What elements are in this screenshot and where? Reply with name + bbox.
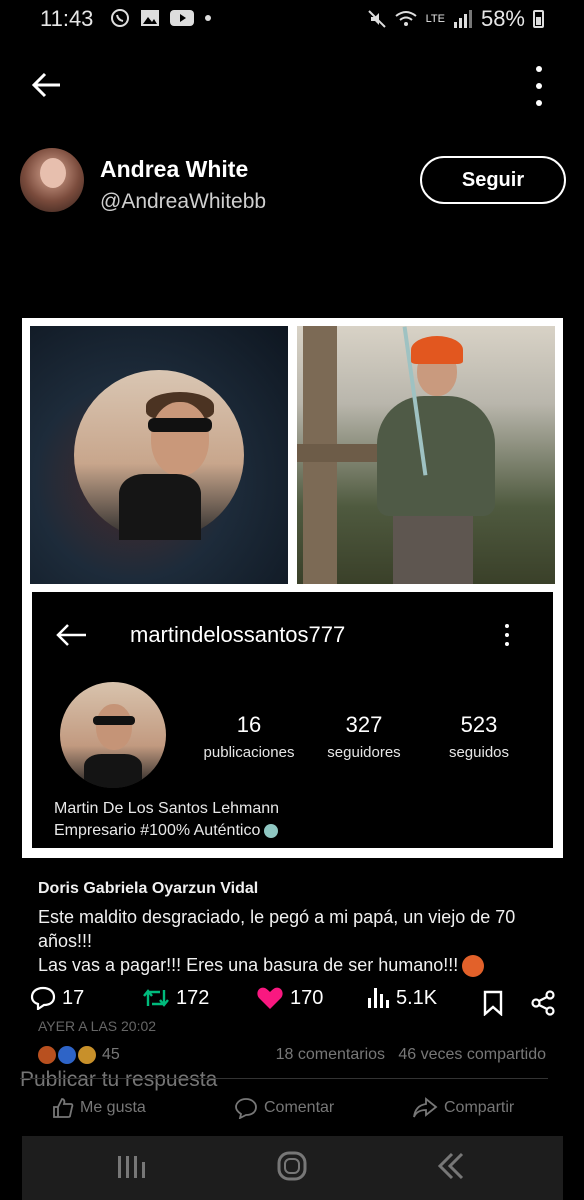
status-right: LTE 58% — [367, 6, 544, 32]
wifi-icon — [394, 11, 417, 26]
battery-percent: 58% — [480, 6, 525, 31]
ig-stat-posts: 16 publicaciones — [203, 712, 295, 761]
home-icon[interactable] — [274, 1148, 310, 1184]
ig-stat-following: 523 seguidos — [448, 712, 510, 761]
views-count: 5.1K — [396, 986, 438, 1009]
app-bar — [0, 60, 584, 110]
angry-emoji-icon — [462, 955, 485, 978]
reply-count: 17 — [62, 986, 85, 1009]
comments-count: 18 comentarios — [275, 1046, 386, 1063]
dot-icon — [205, 15, 211, 21]
like-count: 170 — [290, 986, 324, 1009]
more-options-icon[interactable] — [534, 66, 544, 106]
reply-button[interactable]: 17 — [30, 986, 84, 1010]
like-reaction-icon — [58, 1046, 76, 1064]
signal-icon — [453, 10, 472, 28]
comment-bubble-icon — [235, 1098, 257, 1119]
ig-bio-line: Empresario #100% Auténtico — [54, 822, 279, 840]
bookmark-icon[interactable] — [482, 990, 504, 1016]
like-button[interactable]: 170 — [256, 986, 323, 1010]
badge-icon — [264, 823, 279, 838]
ig-more-icon — [505, 624, 511, 646]
reply-icon — [30, 986, 56, 1010]
ig-username: martindelossantos777 — [130, 622, 346, 647]
follow-button[interactable]: Seguir — [420, 156, 566, 204]
ig-bio-name: Martin De Los Santos Lehmann — [54, 800, 280, 817]
repost-count: 172 — [176, 986, 210, 1009]
notification-icons — [110, 8, 212, 28]
angry-reaction-icon — [38, 1046, 56, 1064]
post-image[interactable]: martindelossantos777 16 publicaciones 32… — [22, 318, 563, 858]
views-button[interactable]: 5.1K — [366, 986, 437, 1010]
comment-text: Este maldito desgraciado, le pegó a mi p… — [38, 905, 548, 978]
divider — [20, 1078, 548, 1079]
battery-icon — [533, 10, 544, 28]
comment-share-counts: 18 comentarios 46 veces compartido — [276, 1046, 546, 1064]
comment-timestamp: AYER A LAS 20:02 — [38, 1018, 157, 1034]
comment-line-1: Este maldito desgraciado, le pegó a mi p… — [38, 907, 516, 951]
wow-reaction-icon — [78, 1046, 96, 1064]
repost-button[interactable]: 172 — [142, 986, 209, 1010]
heart-icon — [257, 987, 283, 1009]
comment-author: Doris Gabriela Oyarzun Vidal — [38, 880, 259, 897]
display-name[interactable]: Andrea White — [100, 156, 248, 183]
post-header: Andrea White @AndreaWhitebb Seguir — [20, 148, 568, 218]
repost-icon — [143, 989, 169, 1007]
fb-share-button: Compartir — [412, 1097, 514, 1119]
recent-apps-icon[interactable] — [114, 1148, 154, 1184]
climbing-photo — [297, 326, 555, 584]
views-icon — [368, 988, 389, 1008]
share-icon[interactable] — [530, 990, 556, 1016]
profile-photo — [30, 326, 288, 584]
gallery-icon — [141, 10, 159, 26]
ig-back-arrow-icon — [56, 624, 86, 646]
avatar[interactable] — [20, 148, 84, 212]
system-nav-bar — [22, 1136, 563, 1200]
back-nav-icon[interactable] — [432, 1148, 468, 1184]
youtube-icon — [170, 10, 194, 26]
action-bar: 17 172 170 5.1K — [30, 986, 560, 1020]
whatsapp-icon — [111, 9, 129, 27]
comment-line-2: Las vas a pagar!!! Eres una basura de se… — [38, 953, 548, 978]
fb-comment-button: Comentar — [234, 1097, 334, 1119]
back-arrow-icon[interactable] — [30, 68, 64, 102]
ig-avatar — [60, 682, 166, 788]
share-arrow-icon — [413, 1097, 438, 1118]
status-time: 11:43 — [40, 6, 94, 31]
reaction-count: 45 — [102, 1046, 120, 1063]
fb-like-button: Me gusta — [52, 1097, 146, 1119]
instagram-profile-screenshot: martindelossantos777 16 publicaciones 32… — [30, 592, 555, 850]
thumbs-up-icon — [53, 1098, 74, 1118]
ig-stat-followers: 327 seguidores — [327, 712, 401, 761]
shares-count: 46 veces compartido — [398, 1046, 546, 1063]
reaction-summary: 45 — [38, 1046, 120, 1064]
user-handle[interactable]: @AndreaWhitebb — [100, 190, 266, 214]
lte-label: LTE — [425, 12, 445, 25]
fb-action-buttons: Me gusta Comentar Compartir — [52, 1097, 552, 1121]
reply-input[interactable] — [20, 1068, 440, 1092]
status-bar: 11:43 LTE 58% — [0, 0, 584, 40]
mute-icon — [367, 10, 386, 28]
